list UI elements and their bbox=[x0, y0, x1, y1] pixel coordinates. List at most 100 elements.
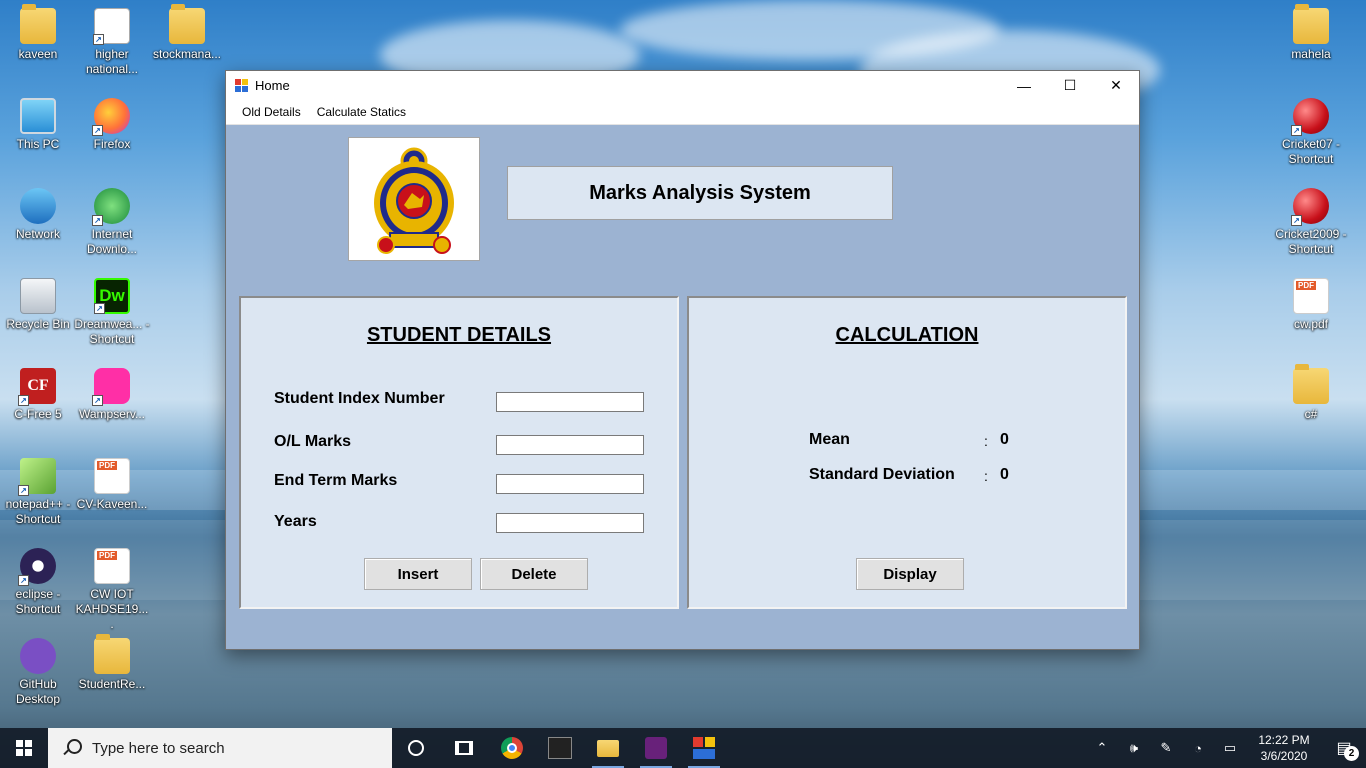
calculation-panel: CALCULATION Mean : 0 Standard Deviation … bbox=[687, 296, 1127, 609]
desktop-icon-stockmana[interactable]: stockmana... bbox=[149, 4, 225, 62]
github-icon bbox=[20, 638, 56, 674]
desktop-icon-idm[interactable]: ↗ Internet Downlo... bbox=[74, 188, 150, 257]
desktop-icon-label: Firefox bbox=[93, 137, 131, 151]
desktop-icon-label: CV-Kaveen... bbox=[76, 497, 148, 511]
insert-button[interactable]: Insert bbox=[364, 558, 472, 590]
cortana-icon[interactable] bbox=[392, 728, 440, 768]
battery-icon[interactable]: ▭ bbox=[1214, 728, 1246, 768]
folder-icon bbox=[1293, 364, 1329, 404]
mean-label: Mean bbox=[809, 431, 850, 448]
display-button[interactable]: Display bbox=[856, 558, 964, 590]
menu-old-details[interactable]: Old Details bbox=[234, 100, 309, 125]
desktop-icon-label: notepad++ - Shortcut bbox=[5, 497, 71, 526]
desktop-icon-studentre[interactable]: StudentRe... bbox=[74, 634, 150, 692]
cricket-ball-icon: ↗ bbox=[1291, 188, 1329, 226]
notification-center-button[interactable]: ▤ 2 bbox=[1322, 728, 1366, 768]
clock[interactable]: 12:22 PM 3/6/2020 bbox=[1246, 732, 1322, 764]
desktop-icon-cw-pdf[interactable]: cw.pdf bbox=[1273, 278, 1349, 332]
window-controls: — ☐ ✕ bbox=[1001, 71, 1139, 100]
clock-date: 3/6/2020 bbox=[1260, 749, 1308, 763]
close-button[interactable]: ✕ bbox=[1093, 71, 1139, 100]
title-bar[interactable]: Home — ☐ ✕ bbox=[226, 71, 1139, 100]
ol-marks-input[interactable] bbox=[496, 435, 644, 455]
task-view-icon[interactable] bbox=[440, 728, 488, 768]
cfree-icon: CF ↗ bbox=[18, 368, 56, 406]
desktop-icon-notepadpp[interactable]: ↗ notepad++ - Shortcut bbox=[0, 458, 76, 527]
vs-folder-icon bbox=[169, 4, 205, 44]
desktop-icon-label: Cricket2009 - Shortcut bbox=[1275, 227, 1347, 256]
desktop-icon-cfree[interactable]: CF ↗ C-Free 5 bbox=[0, 368, 76, 422]
desktop-icon-mahela[interactable]: mahela bbox=[1273, 4, 1349, 62]
end-term-marks-label: End Term Marks bbox=[274, 472, 398, 489]
end-term-marks-input[interactable] bbox=[496, 474, 644, 494]
desktop-icon-label: StudentRe... bbox=[78, 677, 146, 691]
desktop-icon-label: C-Free 5 bbox=[14, 407, 62, 421]
desktop-icon-dreamweaver[interactable]: Dw ↗ Dreamwea... - Shortcut bbox=[74, 278, 150, 347]
student-index-input[interactable] bbox=[496, 392, 644, 412]
desktop-icon-label: Dreamwea... - Shortcut bbox=[74, 317, 150, 346]
desktop-icon-cricket2009[interactable]: ↗ Cricket2009 - Shortcut bbox=[1273, 188, 1349, 257]
app-icon[interactable] bbox=[536, 728, 584, 768]
clock-time: 12:22 PM bbox=[1258, 733, 1310, 747]
desktop-icon-cw-iot[interactable]: CW IOT KAHDSE19.... bbox=[74, 548, 150, 632]
maximize-button[interactable]: ☐ bbox=[1047, 71, 1093, 100]
desktop-icon-label: CW IOT KAHDSE19.... bbox=[75, 587, 149, 631]
document-shortcut-icon: ↗ bbox=[93, 8, 130, 45]
desktop-icon-network[interactable]: Network bbox=[0, 188, 76, 242]
desktop-icon-kaveen[interactable]: kaveen bbox=[0, 4, 76, 62]
eclipse-icon: ↗ bbox=[18, 548, 56, 586]
volume-icon[interactable]: 🕪 bbox=[1118, 728, 1150, 768]
desktop-icon-label: Network bbox=[15, 227, 60, 241]
delete-button[interactable]: Delete bbox=[480, 558, 588, 590]
desktop-icon-label: Internet Downlo... bbox=[86, 227, 138, 256]
standard-deviation-label: Standard Deviation bbox=[809, 466, 955, 483]
desktop-icon-firefox[interactable]: ↗ Firefox bbox=[74, 98, 150, 152]
desktop-icon-label: kaveen bbox=[18, 47, 58, 61]
folder-icon bbox=[1293, 4, 1329, 44]
desktop-icon-cv-kaveen[interactable]: CV-Kaveen... bbox=[74, 458, 150, 512]
desktop-icon-label: eclipse - Shortcut bbox=[15, 587, 61, 616]
windows-logo-icon bbox=[16, 740, 32, 756]
wifi-icon[interactable]: ◔ bbox=[1182, 728, 1214, 768]
cricket-ball-icon: ↗ bbox=[1291, 98, 1329, 136]
pdf-icon bbox=[94, 548, 130, 584]
desktop-icon-higher-national[interactable]: ↗ higher national... bbox=[74, 8, 150, 77]
student-index-label: Student Index Number bbox=[274, 390, 445, 407]
search-icon bbox=[62, 739, 82, 757]
pen-icon[interactable]: ✎ bbox=[1150, 728, 1182, 768]
standard-deviation-value: 0 bbox=[1000, 466, 1009, 483]
menu-calculate-statics[interactable]: Calculate Statics bbox=[309, 100, 414, 125]
desktop-icon-csharp[interactable]: c# bbox=[1273, 364, 1349, 422]
winforms-app-icon[interactable] bbox=[680, 728, 728, 768]
start-button[interactable] bbox=[0, 728, 48, 768]
firefox-icon: ↗ bbox=[92, 98, 130, 136]
chevron-up-icon[interactable]: ⌃ bbox=[1086, 728, 1118, 768]
taskbar-search-box[interactable]: Type here to search bbox=[48, 728, 392, 768]
page-title: Marks Analysis System bbox=[507, 166, 893, 220]
desktop-icon-this-pc[interactable]: This PC bbox=[0, 98, 76, 152]
years-label: Years bbox=[274, 513, 317, 530]
desktop-icon-label: higher national... bbox=[85, 47, 139, 76]
desktop-icon-label: c# bbox=[1304, 407, 1318, 421]
menu-bar: Old Details Calculate Statics bbox=[226, 100, 1139, 125]
desktop-icon-cricket07[interactable]: ↗ Cricket07 - Shortcut bbox=[1273, 98, 1349, 167]
desktop-icon-label: stockmana... bbox=[152, 47, 222, 61]
years-input[interactable] bbox=[496, 513, 644, 533]
chrome-icon[interactable] bbox=[488, 728, 536, 768]
taskbar: Type here to search ⌃ 🕪 ✎ ◔ ▭ 12:22 PM 3 bbox=[0, 728, 1366, 768]
visual-studio-icon[interactable] bbox=[632, 728, 680, 768]
this-pc-icon bbox=[20, 98, 56, 134]
desktop-icon-recycle-bin[interactable]: Recycle Bin bbox=[0, 278, 76, 332]
desktop-icon-label: mahela bbox=[1291, 47, 1331, 61]
standard-deviation-colon: : bbox=[984, 468, 988, 484]
desktop-icon-wampserver[interactable]: ↗ Wampserv... bbox=[74, 368, 150, 422]
minimize-button[interactable]: — bbox=[1001, 71, 1047, 100]
sri-lanka-emblem-icon bbox=[374, 147, 454, 254]
student-details-panel: STUDENT DETAILS Student Index Number O/L… bbox=[239, 296, 679, 609]
desktop-icon-eclipse[interactable]: ↗ eclipse - Shortcut bbox=[0, 548, 76, 617]
notepadpp-icon: ↗ bbox=[18, 458, 56, 496]
desktop-icon-label: Recycle Bin bbox=[6, 317, 70, 331]
desktop-icon-label: GitHub Desktop bbox=[15, 677, 61, 706]
desktop-icon-github[interactable]: GitHub Desktop bbox=[0, 638, 76, 707]
file-explorer-icon[interactable] bbox=[584, 728, 632, 768]
